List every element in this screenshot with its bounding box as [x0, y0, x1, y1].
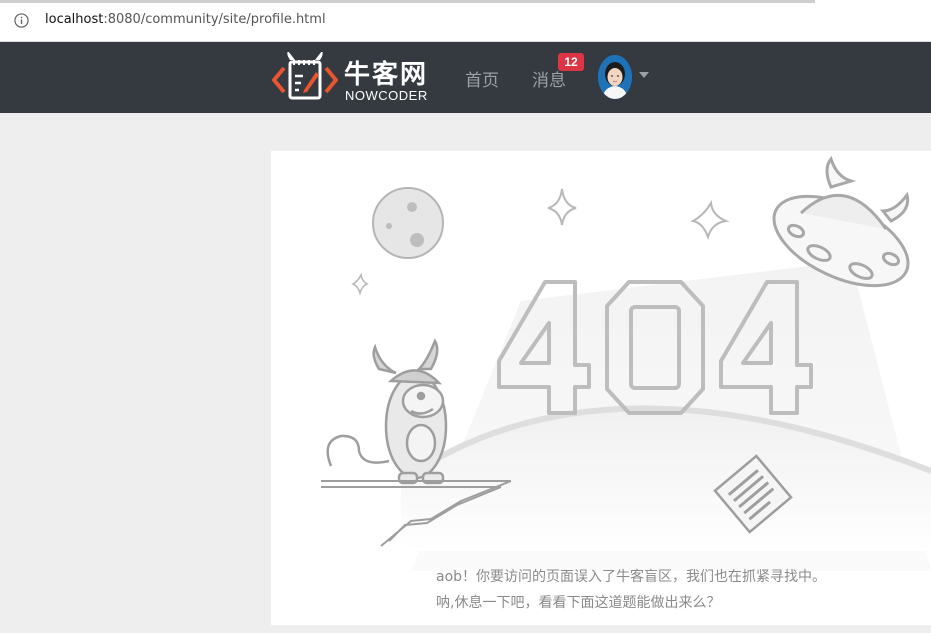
brand-name-cn[interactable]: 牛客网 — [344, 54, 428, 91]
browser-address-bar[interactable]: localhost:8080/community/site/profile.ht… — [0, 0, 931, 42]
tab-strip-edge — [0, 0, 815, 3]
star-icon — [351, 272, 369, 296]
avatar-image — [598, 55, 632, 99]
404-illustration — [321, 155, 931, 571]
nowcoder-logo-icon[interactable] — [270, 52, 340, 104]
brand-name-en[interactable]: NOWCODER — [345, 88, 428, 103]
error-message-line2: 呐,休息一下吧，看看下面这道题能做出来么？ — [436, 595, 721, 611]
top-navbar: 牛客网 NOWCODER 首页 消息 12 — [0, 42, 931, 113]
star-icon — [547, 188, 577, 226]
star-icon — [690, 199, 730, 241]
message-count-badge: 12 — [558, 53, 584, 71]
monkey-character-icon — [326, 338, 448, 485]
nav-home-link[interactable]: 首页 — [465, 66, 499, 91]
moon-icon — [372, 187, 444, 259]
info-icon[interactable] — [14, 13, 29, 28]
error-message-line1: aob！你要访问的页面误入了牛客盲区，我们也在抓紧寻找中。 — [436, 569, 827, 585]
url-host: localhost — [45, 12, 104, 27]
user-avatar[interactable] — [598, 55, 632, 99]
url-path: :8080/community/site/profile.html — [103, 12, 326, 27]
error-card: aob！你要访问的页面误入了牛客盲区，我们也在抓紧寻找中。 呐,休息一下吧，看看… — [271, 151, 931, 625]
url-field[interactable]: localhost:8080/community/site/profile.ht… — [45, 12, 326, 27]
caret-down-icon[interactable] — [639, 72, 649, 78]
